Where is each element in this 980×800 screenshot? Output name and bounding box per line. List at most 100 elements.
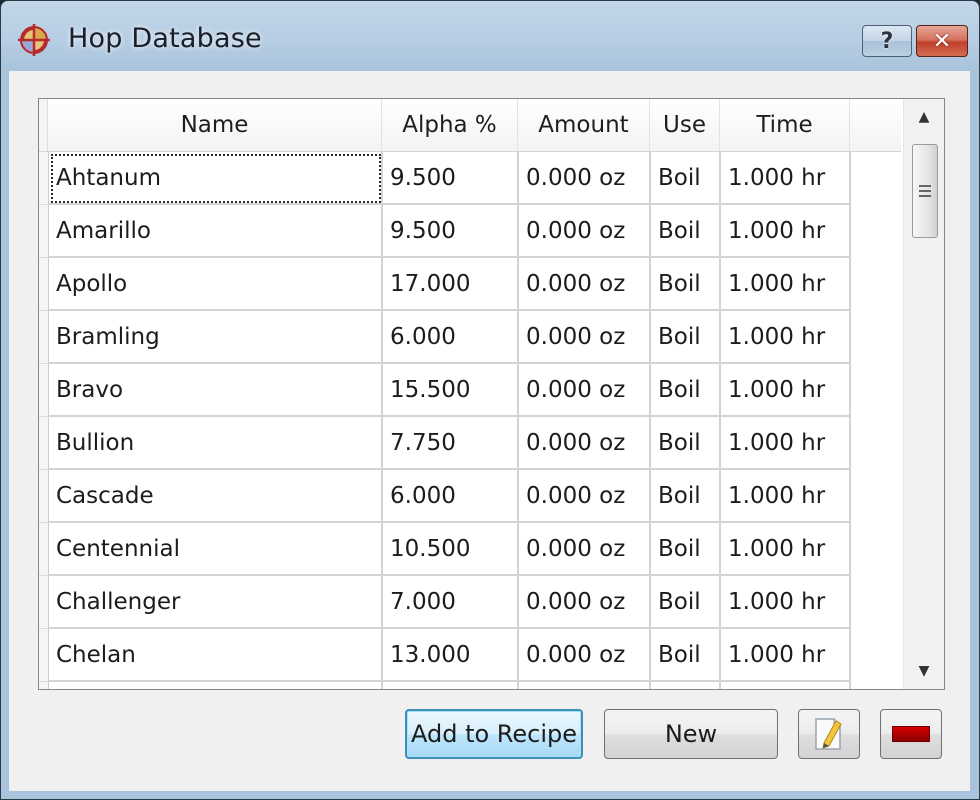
cell-name[interactable]: Apollo [49,258,383,311]
cell-name[interactable]: Bramling [49,311,383,364]
row-header[interactable] [39,417,49,470]
column-header-time[interactable]: Time [720,99,850,151]
edit-document-icon [815,718,842,750]
row-header[interactable] [39,629,49,682]
cell-use[interactable]: Boil [651,258,721,311]
cell-name[interactable]: Amarillo [49,205,383,258]
remove-hop-button[interactable] [880,709,942,759]
table-row[interactable] [39,682,901,689]
new-hop-button[interactable]: New [604,709,778,759]
cell-amount[interactable]: 0.000 oz [519,576,651,629]
column-header-amount[interactable]: Amount [518,99,650,151]
cell-alpha[interactable]: 15.500 [383,364,519,417]
cell-use[interactable]: Boil [651,311,721,364]
cell-amount[interactable]: 0.000 oz [519,152,651,205]
cell-use[interactable] [651,682,721,689]
table-row[interactable]: Centennial 10.500 0.000 oz Boil 1.000 hr [39,523,901,576]
cell-use[interactable]: Boil [651,523,721,576]
row-header[interactable] [39,205,49,258]
cell-use[interactable]: Boil [651,205,721,258]
cell-alpha[interactable]: 6.000 [383,470,519,523]
table-row[interactable]: Bravo 15.500 0.000 oz Boil 1.000 hr [39,364,901,417]
column-header-name[interactable]: Name [48,99,382,151]
row-header[interactable] [39,470,49,523]
cell-name[interactable]: Bravo [49,364,383,417]
header-corner[interactable] [39,99,48,151]
row-header[interactable] [39,682,49,689]
vertical-scrollbar[interactable]: ▲ ▼ [903,99,944,689]
cell-time[interactable]: 1.000 hr [721,205,851,258]
edit-hop-button[interactable] [798,709,860,759]
cell-use[interactable]: Boil [651,364,721,417]
cell-name[interactable]: Ahtanum [49,152,383,205]
cell-time[interactable]: 1.000 hr [721,152,851,205]
cell-alpha[interactable]: 13.000 [383,629,519,682]
scroll-down-arrow-icon[interactable]: ▼ [904,653,944,689]
cell-alpha[interactable]: 7.000 [383,576,519,629]
row-header[interactable] [39,523,49,576]
cell-name[interactable]: Cascade [49,470,383,523]
cell-amount[interactable]: 0.000 oz [519,470,651,523]
table-row[interactable]: Chelan 13.000 0.000 oz Boil 1.000 hr [39,629,901,682]
table-row[interactable]: Challenger 7.000 0.000 oz Boil 1.000 hr [39,576,901,629]
cell-use[interactable]: Boil [651,576,721,629]
cell-time[interactable]: 1.000 hr [721,417,851,470]
cell-amount[interactable]: 0.000 oz [519,523,651,576]
cell-alpha[interactable]: 9.500 [383,152,519,205]
row-header[interactable] [39,364,49,417]
cell-time[interactable]: 1.000 hr [721,523,851,576]
cell-use[interactable]: Boil [651,152,721,205]
scroll-up-arrow-icon[interactable]: ▲ [904,99,944,135]
cell-amount[interactable]: 0.000 oz [519,205,651,258]
grip-icon [919,185,931,197]
table-row[interactable]: Apollo 17.000 0.000 oz Boil 1.000 hr [39,258,901,311]
cell-name[interactable]: Challenger [49,576,383,629]
cell-alpha[interactable]: 17.000 [383,258,519,311]
close-button[interactable]: ✕ [916,25,968,57]
dialog-body: Name Alpha % Amount Use Time Ahtanum 9.50… [9,71,970,791]
cell-alpha[interactable]: 7.750 [383,417,519,470]
cell-alpha[interactable]: 6.000 [383,311,519,364]
hop-table[interactable]: Name Alpha % Amount Use Time Ahtanum 9.50… [38,98,945,690]
row-header[interactable] [39,258,49,311]
cell-time[interactable]: 1.000 hr [721,258,851,311]
cell-name[interactable]: Chelan [49,629,383,682]
table-row[interactable]: Amarillo 9.500 0.000 oz Boil 1.000 hr [39,205,901,258]
cell-time[interactable]: 1.000 hr [721,576,851,629]
column-header-use[interactable]: Use [650,99,720,151]
cell-time[interactable]: 1.000 hr [721,470,851,523]
table-row[interactable]: Bramling 6.000 0.000 oz Boil 1.000 hr [39,311,901,364]
cell-alpha[interactable]: 9.500 [383,205,519,258]
table-row[interactable]: Cascade 6.000 0.000 oz Boil 1.000 hr [39,470,901,523]
cell-amount[interactable]: 0.000 oz [519,629,651,682]
cell-alpha[interactable] [383,682,519,689]
column-header-alpha[interactable]: Alpha % [382,99,518,151]
row-filler [851,258,901,311]
table-row[interactable]: Ahtanum 9.500 0.000 oz Boil 1.000 hr [39,152,901,205]
cell-name[interactable]: Bullion [49,417,383,470]
cell-amount[interactable]: 0.000 oz [519,258,651,311]
cell-time[interactable]: 1.000 hr [721,629,851,682]
cell-alpha[interactable]: 10.500 [383,523,519,576]
cell-name[interactable]: Centennial [49,523,383,576]
cell-amount[interactable] [519,682,651,689]
row-header[interactable] [39,311,49,364]
table-row[interactable]: Bullion 7.750 0.000 oz Boil 1.000 hr [39,417,901,470]
cell-use[interactable]: Boil [651,470,721,523]
row-header[interactable] [39,152,49,205]
title-bar[interactable]: Hop Database ? ✕ [1,1,979,71]
scrollbar-thumb[interactable] [912,144,938,238]
help-button[interactable]: ? [862,25,912,57]
remove-icon [892,726,930,742]
row-header[interactable] [39,576,49,629]
cell-time[interactable]: 1.000 hr [721,364,851,417]
cell-time[interactable]: 1.000 hr [721,311,851,364]
cell-use[interactable]: Boil [651,417,721,470]
cell-use[interactable]: Boil [651,629,721,682]
cell-time[interactable] [721,682,851,689]
cell-amount[interactable]: 0.000 oz [519,311,651,364]
add-to-recipe-button[interactable]: Add to Recipe [405,709,583,759]
cell-name[interactable] [49,682,383,689]
cell-amount[interactable]: 0.000 oz [519,364,651,417]
cell-amount[interactable]: 0.000 oz [519,417,651,470]
